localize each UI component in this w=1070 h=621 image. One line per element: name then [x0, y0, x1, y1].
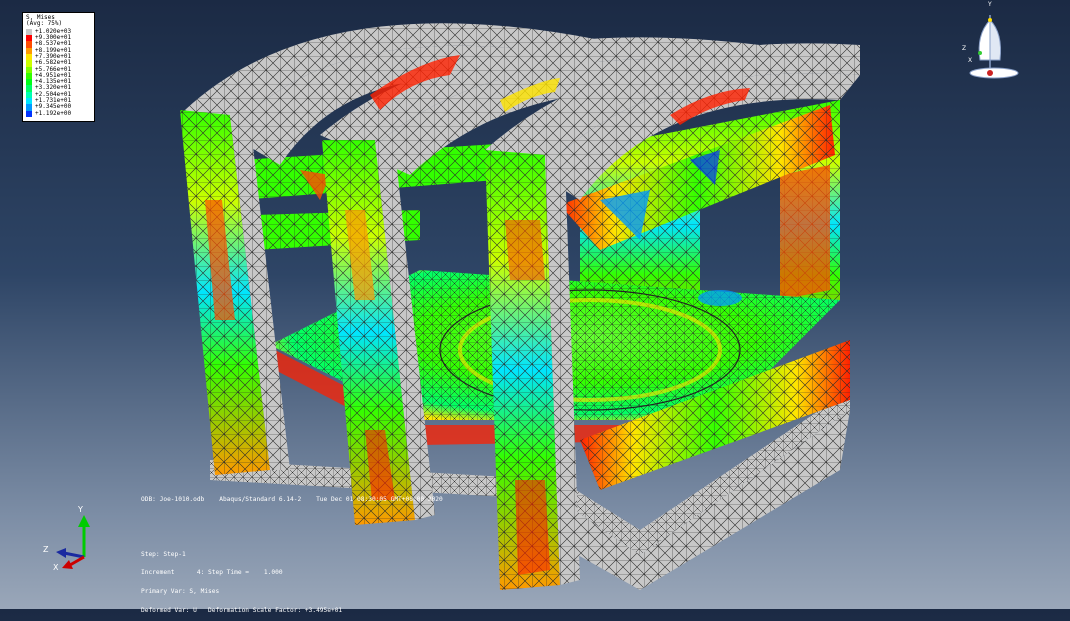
view-compass-icon[interactable] — [958, 5, 1028, 85]
compass-x-label: X — [968, 57, 973, 64]
triad-y-label: Y — [78, 505, 83, 514]
view-triad-top[interactable]: Y Z X — [958, 1, 1028, 89]
column-right — [485, 150, 580, 590]
increment-info: Increment 4: Step Time = 1.000 — [141, 569, 283, 577]
triad-axes-icon — [56, 515, 90, 569]
triad-z-label: Z — [43, 545, 49, 554]
compass-z-label: Z — [962, 45, 967, 52]
primary-var: Primary Var: S, Mises — [141, 588, 220, 596]
model-viewport[interactable] — [0, 0, 1070, 609]
triad-x-label: X — [53, 563, 59, 572]
step-name: Step: Step-1 — [141, 550, 186, 558]
view-triad-bottom: Y Z X — [40, 505, 100, 579]
deformed-var: Deformed Var: U Deformation Scale Factor… — [141, 607, 343, 615]
compass-y-label: Y — [988, 1, 992, 8]
odb-info-line: ODB: Joe-1010.odb Abaqus/Standard 6.14-2… — [141, 496, 443, 503]
